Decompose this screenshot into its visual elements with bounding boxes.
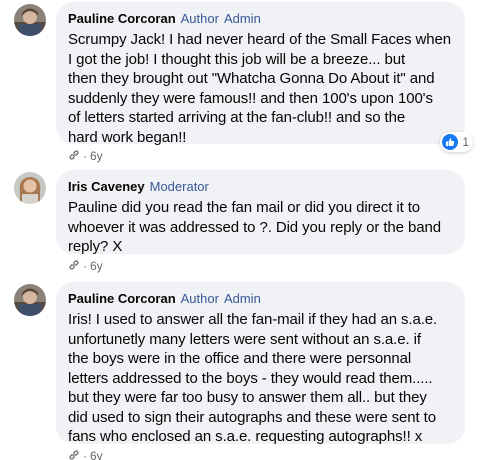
comment-text: Iris! I used to answer all the fan-mail … [68, 311, 438, 445]
comment: Iris Caveney Moderator Pauline did you r… [14, 170, 465, 274]
comment-bubble: Pauline Corcoran Author Admin Iris! I us… [56, 282, 465, 445]
author-badge: Author [180, 10, 219, 26]
author-name[interactable]: Pauline Corcoran [68, 291, 176, 306]
author-badge: Author [180, 290, 219, 306]
admin-badge: Admin [223, 290, 261, 306]
author-name[interactable]: Iris Caveney [68, 179, 145, 194]
comment: Pauline Corcoran Author Admin Scrumpy Ja… [14, 2, 473, 164]
author-name[interactable]: Pauline Corcoran [68, 11, 176, 26]
separator: · [83, 149, 87, 163]
comment: Pauline Corcoran Author Admin Iris! I us… [14, 282, 465, 460]
comment-text: Pauline did you read the fan mail or did… [68, 199, 441, 255]
comment-footer: · 6y [68, 258, 465, 274]
avatar[interactable] [14, 284, 46, 316]
comment-footer: · 6y [68, 148, 465, 164]
separator: · [83, 259, 87, 273]
link-icon[interactable] [68, 449, 80, 460]
timestamp[interactable]: 6y [90, 449, 103, 460]
avatar[interactable] [14, 172, 46, 204]
reaction-summary[interactable]: 1 [440, 132, 473, 152]
timestamp[interactable]: 6y [90, 149, 103, 163]
moderator-badge: Moderator [149, 178, 209, 194]
comment-bubble: Pauline Corcoran Author Admin Scrumpy Ja… [56, 2, 473, 152]
link-icon[interactable] [68, 149, 80, 164]
comment-footer: · 6y [68, 448, 465, 460]
reaction-count: 1 [462, 135, 469, 149]
comment-text: Scrumpy Jack! I had never heard of the S… [68, 31, 452, 146]
comment-thread: Pauline Corcoran Author Admin Scrumpy Ja… [0, 0, 501, 460]
admin-badge: Admin [223, 10, 261, 26]
link-icon[interactable] [68, 259, 80, 274]
separator: · [83, 449, 87, 460]
like-icon [442, 134, 459, 150]
timestamp[interactable]: 6y [90, 259, 103, 273]
avatar[interactable] [14, 4, 46, 36]
comment-bubble: Iris Caveney Moderator Pauline did you r… [56, 170, 465, 255]
